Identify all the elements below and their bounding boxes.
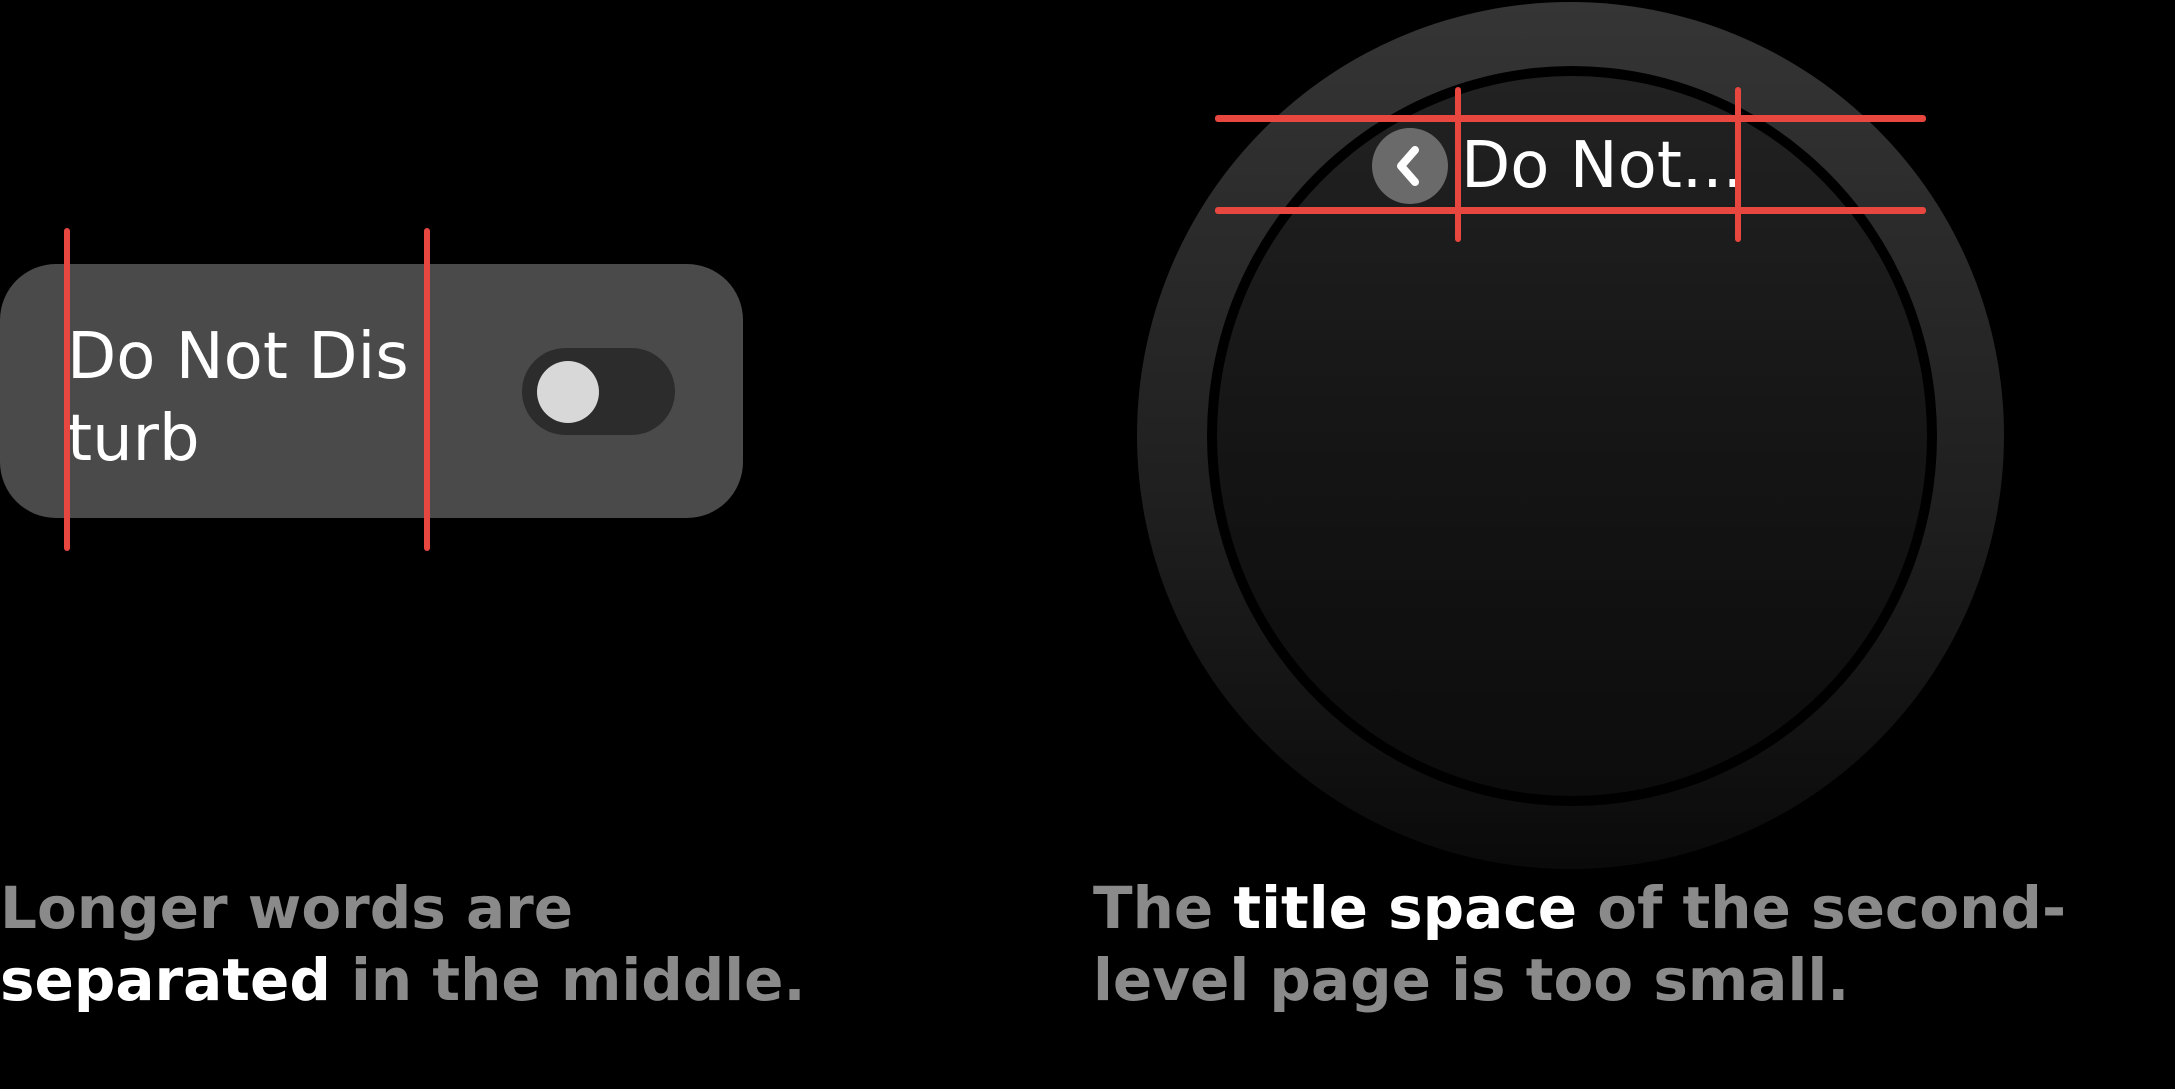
left-caption-line2: separated in the middle. [0, 944, 806, 1016]
left-caption-rest: in the middle. [330, 946, 806, 1014]
left-caption-emphasis: separated [0, 946, 331, 1014]
right-caption-line1: The title space of the second- [1093, 872, 2066, 944]
back-button[interactable] [1372, 128, 1448, 204]
title-bottom-guide [1215, 207, 1926, 214]
do-not-disturb-toggle[interactable] [522, 348, 675, 435]
left-caption-line1: Longer words are [0, 874, 574, 942]
right-caption-start: The [1093, 874, 1234, 942]
title-right-guide [1735, 87, 1741, 242]
title-left-guide [1455, 87, 1461, 242]
right-caption-emphasis: title space [1233, 874, 1578, 942]
left-caption: Longer words are separated in the middle… [0, 872, 806, 1016]
title-top-guide [1215, 115, 1926, 122]
right-text-boundary-guide [424, 228, 430, 551]
right-caption-rest: of the second- [1577, 874, 2067, 942]
right-caption: The title space of the second- level pag… [1093, 872, 2066, 1016]
page-title: Do Not... [1461, 129, 1743, 203]
do-not-disturb-card[interactable]: Do Not Disturb [0, 264, 743, 518]
card-label: Do Not Disturb [67, 320, 409, 476]
toggle-knob [537, 361, 599, 423]
left-text-boundary-guide [64, 228, 70, 551]
right-caption-line2: level page is too small. [1093, 946, 1850, 1014]
chevron-left-icon [1397, 146, 1419, 186]
